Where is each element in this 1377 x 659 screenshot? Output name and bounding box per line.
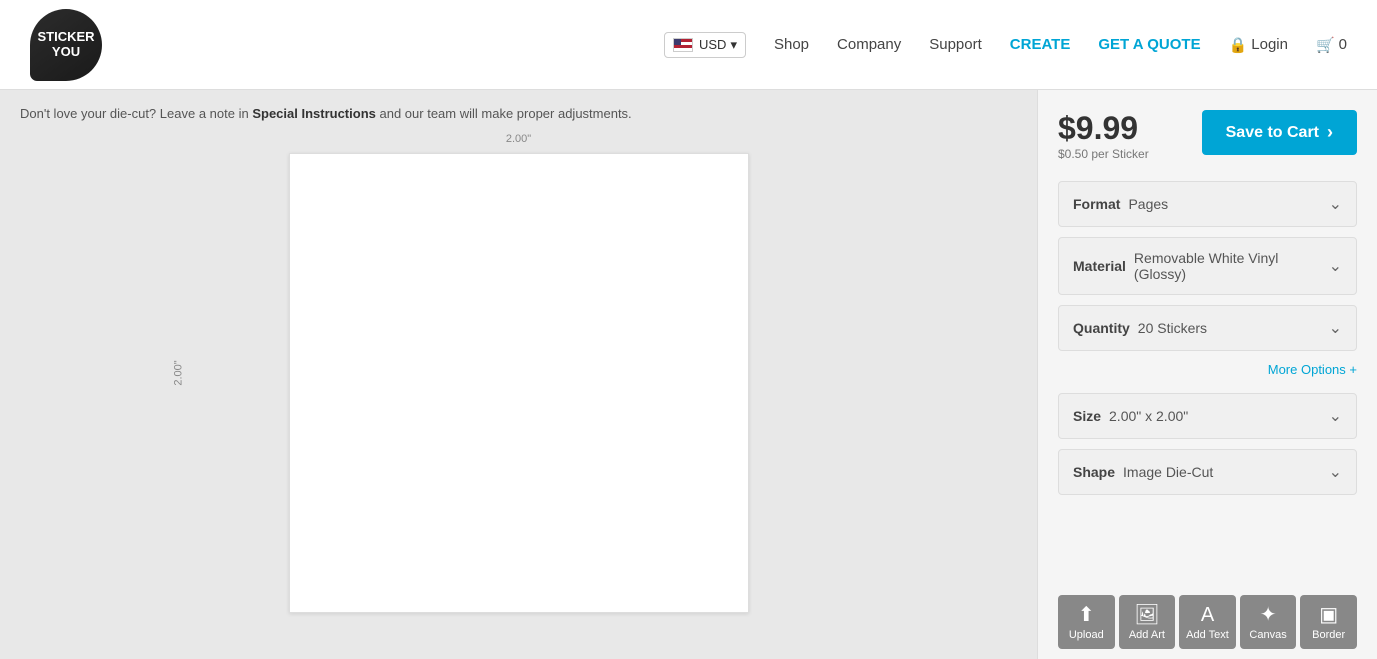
upload-icon: ⬆: [1078, 605, 1095, 625]
nav-get-a-quote[interactable]: GET A QUOTE: [1098, 36, 1200, 53]
border-icon: ▣: [1319, 605, 1338, 625]
shape-label: Shape: [1073, 464, 1115, 480]
sticker-canvas[interactable]: [289, 153, 749, 613]
border-label: Border: [1312, 629, 1345, 641]
shape-chevron-icon: ⌄: [1329, 462, 1342, 482]
lock-icon: 🔒: [1229, 36, 1248, 54]
dimension-top: 2.00": [506, 133, 531, 145]
shape-value: Image Die-Cut: [1123, 464, 1329, 480]
add_text-icon: A: [1201, 605, 1214, 625]
size-dropdown[interactable]: Size 2.00" x 2.00" ⌄: [1058, 393, 1357, 439]
format-label: Format: [1073, 196, 1120, 212]
cart-count: 0: [1339, 36, 1347, 53]
quantity-chevron-icon: ⌄: [1329, 318, 1342, 338]
notice-text: Don't love your die-cut?: [20, 106, 156, 121]
right-panel: $9.99 $0.50 per Sticker Save to Cart › F…: [1037, 90, 1377, 659]
toolbar-upload-button[interactable]: ⬆ Upload: [1058, 595, 1115, 649]
price-per: $0.50 per Sticker: [1058, 147, 1149, 161]
more-options-text[interactable]: More Options +: [1268, 362, 1357, 377]
cart-icon: 🛒: [1316, 36, 1335, 54]
login-label: Login: [1251, 36, 1288, 53]
format-value: Pages: [1128, 196, 1328, 212]
shape-dropdown[interactable]: Shape Image Die-Cut ⌄: [1058, 449, 1357, 495]
quantity-dropdown[interactable]: Quantity 20 Stickers ⌄: [1058, 305, 1357, 351]
size-label: Size: [1073, 408, 1101, 424]
notice-bold: Special Instructions: [252, 106, 376, 121]
notice-middle: Leave a note in: [160, 106, 253, 121]
left-panel: Don't love your die-cut? Leave a note in…: [0, 90, 1037, 659]
canvas-label: Canvas: [1249, 629, 1286, 641]
nav-create[interactable]: CREATE: [1010, 36, 1071, 53]
nav-company[interactable]: Company: [837, 36, 901, 53]
nav: USD ▾ Shop Company Support CREATE GET A …: [664, 32, 1347, 58]
currency-chevron: ▾: [730, 37, 737, 53]
toolbar-border-button[interactable]: ▣ Border: [1300, 595, 1357, 649]
size-value: 2.00" x 2.00": [1109, 408, 1329, 424]
nav-shop[interactable]: Shop: [774, 36, 809, 53]
canvas-icon: ✦: [1260, 605, 1277, 625]
format-dropdown[interactable]: Format Pages ⌄: [1058, 181, 1357, 227]
price-main: $9.99: [1058, 110, 1149, 147]
toolbar-add_art-button[interactable]: 🖼 Add Art: [1119, 595, 1176, 649]
flag-icon: [673, 38, 693, 52]
add_art-icon: 🖼: [1134, 605, 1159, 625]
quantity-value: 20 Stickers: [1138, 320, 1329, 336]
nav-support[interactable]: Support: [929, 36, 982, 53]
header: STICKERYOU USD ▾ Shop Company Support CR…: [0, 0, 1377, 90]
canvas-area: 2.00" 2.00": [20, 133, 1017, 613]
logo: STICKERYOU: [30, 9, 102, 81]
material-label: Material: [1073, 258, 1126, 274]
nav-login[interactable]: 🔒 Login: [1229, 36, 1288, 54]
bottom-toolbar: ⬆ Upload 🖼 Add Art A Add Text ✦ Canvas ▣ Border: [1058, 585, 1357, 659]
nav-cart[interactable]: 🛒 0: [1316, 36, 1347, 54]
save-to-cart-button[interactable]: Save to Cart ›: [1202, 110, 1357, 155]
save-btn-label: Save to Cart: [1226, 124, 1319, 142]
format-chevron-icon: ⌄: [1329, 194, 1342, 214]
toolbar-canvas-button[interactable]: ✦ Canvas: [1240, 595, 1297, 649]
dimension-left: 2.00": [173, 360, 185, 385]
add_art-label: Add Art: [1129, 629, 1165, 641]
size-chevron-icon: ⌄: [1329, 406, 1342, 426]
price-row: $9.99 $0.50 per Sticker Save to Cart ›: [1058, 110, 1357, 161]
material-value: Removable White Vinyl (Glossy): [1134, 250, 1329, 282]
notice-bar: Don't love your die-cut? Leave a note in…: [20, 106, 1017, 121]
toolbar-add_text-button[interactable]: A Add Text: [1179, 595, 1236, 649]
upload-label: Upload: [1069, 629, 1104, 641]
main-container: Don't love your die-cut? Leave a note in…: [0, 90, 1377, 659]
logo-area: STICKERYOU: [30, 9, 102, 81]
notice-end: and our team will make proper adjustment…: [380, 106, 632, 121]
add_text-label: Add Text: [1186, 629, 1229, 641]
currency-label: USD: [699, 37, 726, 52]
more-options-link[interactable]: More Options +: [1058, 361, 1357, 377]
quantity-label: Quantity: [1073, 320, 1130, 336]
price-block: $9.99 $0.50 per Sticker: [1058, 110, 1149, 161]
material-chevron-icon: ⌄: [1329, 256, 1342, 276]
material-dropdown[interactable]: Material Removable White Vinyl (Glossy) …: [1058, 237, 1357, 295]
currency-selector[interactable]: USD ▾: [664, 32, 746, 58]
save-btn-arrow-icon: ›: [1327, 122, 1333, 143]
